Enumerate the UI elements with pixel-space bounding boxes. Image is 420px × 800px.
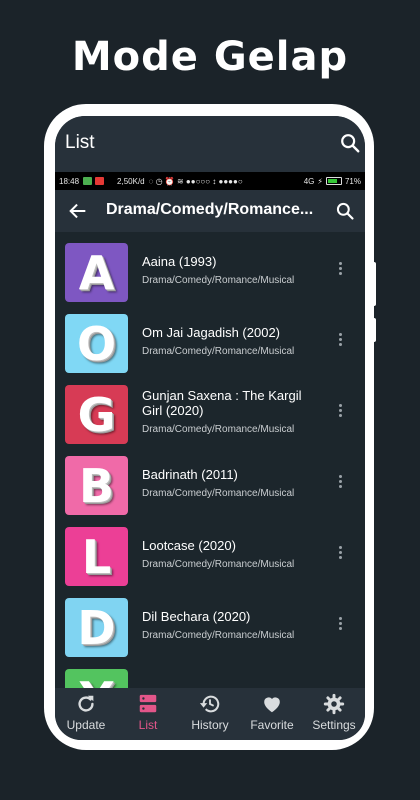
letter-tile: O: [65, 314, 128, 373]
status-bar: 18:48 2,50K/d ◌ ◷ ⏰ ≋ ●●○○○ ↕ ●●●●○ 4G ⚡…: [55, 172, 365, 190]
refresh-icon: [78, 695, 94, 712]
status-speed: 2,50K/d: [117, 176, 145, 186]
list-item[interactable]: Y: [55, 663, 365, 688]
nav-label: History: [191, 718, 229, 732]
movie-genre: Drama/Comedy/Romance/Musical: [142, 346, 295, 357]
letter-tile: A: [65, 243, 128, 302]
more-options-icon[interactable]: [335, 403, 345, 421]
movie-title: Badrinath (2011): [142, 467, 238, 482]
gear-icon: [323, 693, 345, 715]
movie-genre: Drama/Comedy/Romance/Musical: [142, 488, 295, 499]
battery-icon: [325, 177, 342, 185]
movie-title: Gunjan Saxena : The Kargil Girl (2020): [142, 388, 302, 418]
movie-genre: Drama/Comedy/Romance/Musical: [142, 559, 295, 570]
more-options-icon[interactable]: [335, 332, 345, 350]
nav-label: Settings: [312, 718, 356, 732]
nav-label: Favorite: [250, 718, 294, 732]
app-bar-title: List: [65, 132, 95, 153]
nav-favorite[interactable]: Favorite: [241, 688, 303, 740]
movie-title: Lootcase (2020): [142, 538, 236, 553]
letter-tile: D: [65, 598, 128, 657]
list-item[interactable]: G Gunjan Saxena : The Kargil Girl (2020)…: [55, 379, 365, 449]
movie-list: A Aaina (1993) Drama/Comedy/Romance/Musi…: [55, 232, 365, 688]
app-screen: List 18:48 2,50K/d ◌ ◷ ⏰ ≋ ●●○○○ ↕ ●●●●○…: [55, 116, 365, 740]
chat-icon: [83, 177, 93, 185]
status-battery: 71%: [344, 176, 361, 186]
movie-genre: Drama/Comedy/Romance/Musical: [142, 275, 295, 286]
nav-history[interactable]: History: [179, 688, 241, 740]
movie-title: Dil Bechara (2020): [142, 609, 251, 624]
more-options-icon[interactable]: [335, 261, 345, 279]
letter-tile: B: [65, 456, 128, 515]
bottom-navigation: Update List History Favorite Settings: [55, 688, 365, 740]
more-options-icon[interactable]: [335, 474, 345, 492]
more-options-icon[interactable]: [335, 545, 345, 563]
list-item[interactable]: B Badrinath (2011) Drama/Comedy/Romance/…: [55, 450, 365, 520]
list-item[interactable]: A Aaina (1993) Drama/Comedy/Romance/Musi…: [55, 237, 365, 307]
movie-genre: Drama/Comedy/Romance/Musical: [142, 424, 295, 435]
phone-side-button: [370, 318, 376, 342]
nav-update[interactable]: Update: [55, 688, 117, 740]
list-item[interactable]: L Lootcase (2020) Drama/Comedy/Romance/M…: [55, 521, 365, 591]
nav-settings[interactable]: Settings: [303, 688, 365, 740]
letter-tile: L: [65, 527, 128, 586]
phone-side-button: [370, 262, 376, 306]
history-icon: [199, 695, 220, 713]
charging-icon: ⚡: [317, 176, 323, 186]
letter-tile: G: [65, 385, 128, 444]
nav-list[interactable]: List: [117, 688, 179, 740]
app-bar: List: [55, 116, 365, 172]
search-icon[interactable]: [335, 201, 355, 221]
movie-title: Aaina (1993): [142, 254, 217, 269]
status-time: 18:48: [59, 176, 80, 186]
letter-tile: Y: [65, 669, 128, 688]
heart-icon: [264, 697, 280, 713]
status-network: 4G: [303, 176, 315, 186]
list-icon: [139, 694, 157, 713]
search-icon[interactable]: [339, 132, 361, 154]
list-item[interactable]: D Dil Bechara (2020) Drama/Comedy/Romanc…: [55, 592, 365, 662]
nav-label: List: [138, 718, 158, 732]
nav-label: Update: [66, 718, 106, 732]
movie-genre: Drama/Comedy/Romance/Musical: [142, 630, 295, 641]
more-options-icon[interactable]: [335, 616, 345, 634]
headline: Mode Gelap: [71, 34, 349, 80]
mail-icon: [95, 177, 105, 185]
category-title: Drama/Comedy/Romance...: [106, 201, 314, 218]
category-toolbar: Drama/Comedy/Romance...: [55, 190, 365, 232]
movie-title: Om Jai Jagadish (2002): [142, 325, 281, 340]
back-arrow-icon[interactable]: [67, 200, 89, 222]
list-item[interactable]: O Om Jai Jagadish (2002) Drama/Comedy/Ro…: [55, 308, 365, 378]
sync-icon: ◌ ◷ ⏰ ≋ ●●○○○ ↕ ●●●●○: [148, 176, 243, 186]
